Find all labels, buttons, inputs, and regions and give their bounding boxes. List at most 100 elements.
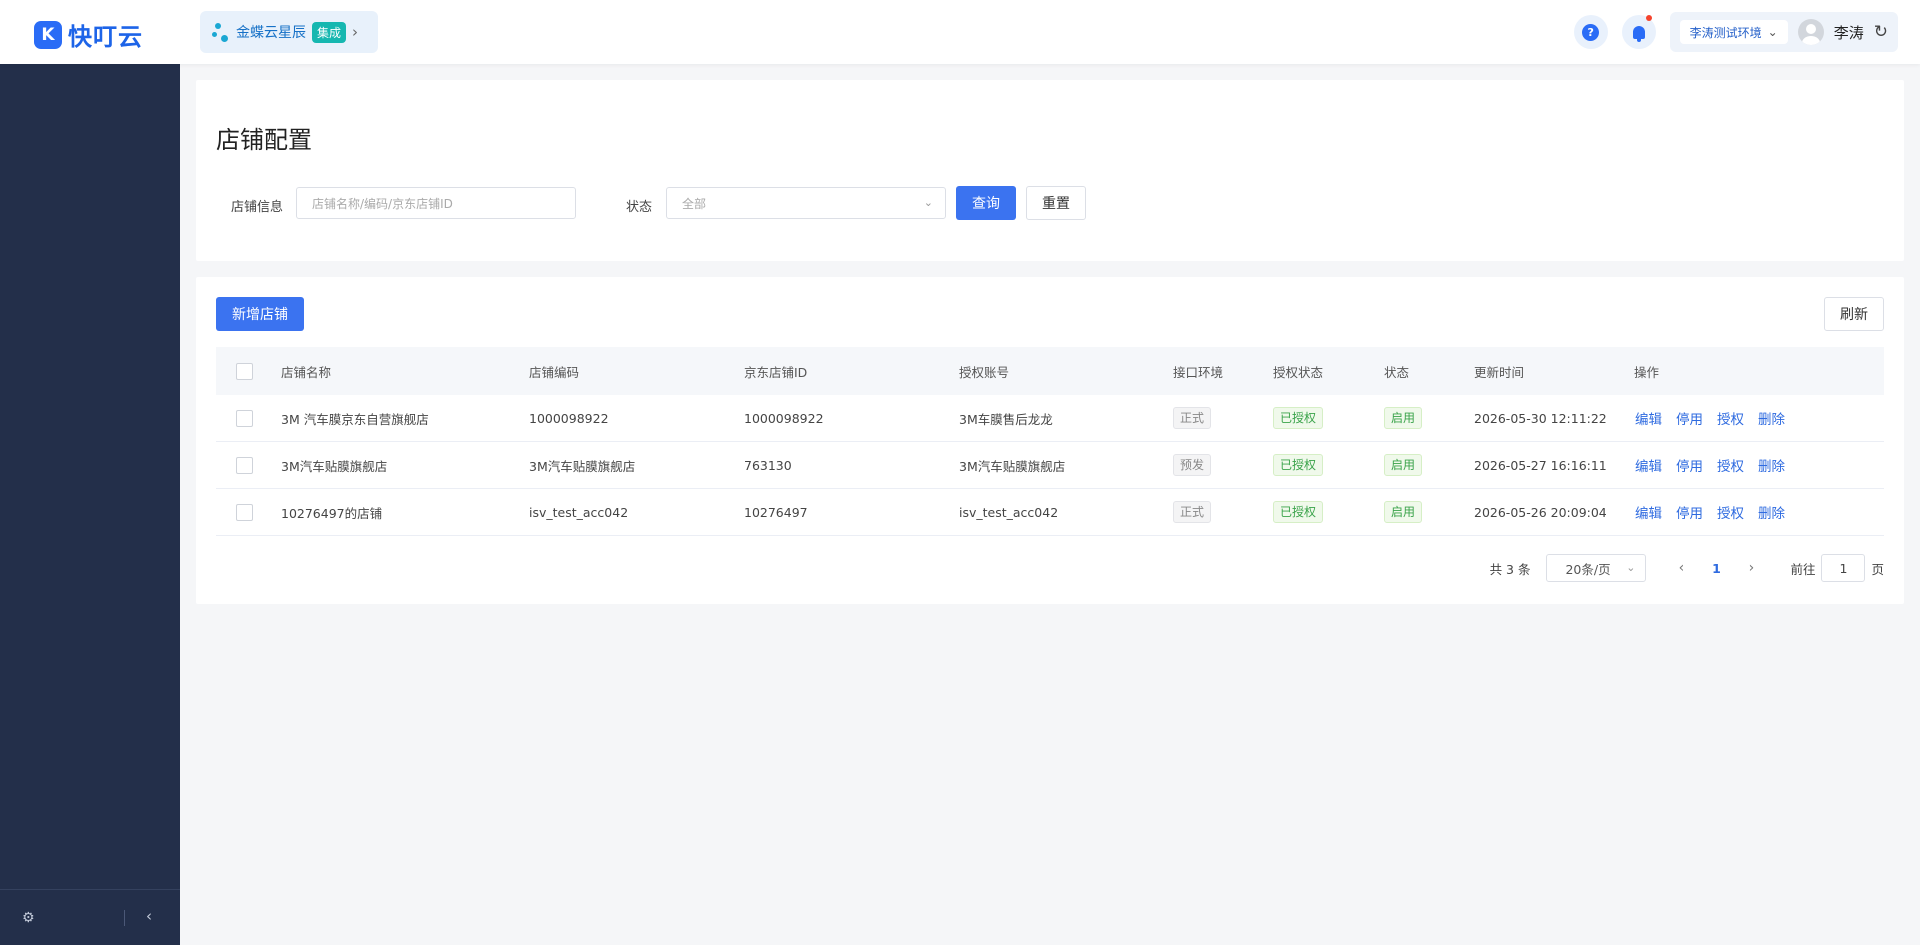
status-select[interactable]: 全部 ⌄ bbox=[666, 187, 946, 219]
reload-icon[interactable]: ↻ bbox=[1874, 22, 1888, 42]
shop-info-input[interactable]: 店铺名称/编码/京东店铺ID bbox=[296, 187, 576, 219]
environment-label: 李涛测试环境 bbox=[1689, 25, 1762, 40]
page-title: 店铺配置 bbox=[216, 126, 312, 154]
table-header: 店铺名称 店铺编码 京东店铺ID 授权账号 接口环境 授权状态 状态 更新时间 … bbox=[216, 347, 1884, 395]
bell-icon bbox=[1632, 25, 1645, 42]
env-tag: 预发 bbox=[1173, 454, 1212, 476]
page-number[interactable]: 1 bbox=[1696, 561, 1736, 576]
auth-account: 3M车膜售后龙龙 bbox=[959, 411, 1053, 427]
column-header: 接口环境 bbox=[1173, 364, 1224, 380]
filter-panel: 店铺配置 店铺信息 店铺名称/编码/京东店铺ID 状态 全部 ⌄ 查询 重置 bbox=[196, 80, 1904, 261]
status-value: 全部 bbox=[682, 196, 707, 211]
prev-page-icon[interactable]: ‹ bbox=[1666, 560, 1696, 576]
chevron-down-icon: ⌄ bbox=[1626, 561, 1636, 574]
column-header: 京东店铺ID bbox=[744, 364, 808, 380]
avatar[interactable] bbox=[1797, 19, 1824, 45]
authorize-link[interactable]: 授权 bbox=[1717, 502, 1744, 522]
jd-shop-id: 763130 bbox=[744, 457, 792, 473]
authorize-link[interactable]: 授权 bbox=[1717, 408, 1744, 428]
row-checkbox[interactable] bbox=[236, 456, 253, 474]
jd-shop-id: 10276497 bbox=[744, 504, 808, 520]
edit-link[interactable]: 编辑 bbox=[1635, 408, 1662, 428]
query-button[interactable]: 查询 bbox=[956, 186, 1016, 220]
edit-link[interactable]: 编辑 bbox=[1635, 455, 1662, 475]
column-header: 授权状态 bbox=[1273, 364, 1324, 380]
select-all-checkbox[interactable] bbox=[236, 362, 253, 380]
shop-code: isv_test_acc042 bbox=[529, 504, 629, 520]
header-actions: ? 李涛测试环境 ⌄ 李涛 ↻ bbox=[1573, 12, 1898, 52]
page-unit-label: 页 bbox=[1871, 561, 1884, 577]
status-tag: 启用 bbox=[1384, 501, 1423, 523]
goto-label: 前往 bbox=[1790, 561, 1816, 577]
disable-link[interactable]: 停用 bbox=[1676, 408, 1703, 428]
status-tag: 启用 bbox=[1384, 407, 1423, 429]
auth-status-tag: 已授权 bbox=[1273, 407, 1324, 429]
column-header: 更新时间 bbox=[1474, 364, 1525, 380]
row-actions: 编辑 停用 授权 删除 bbox=[1635, 489, 1799, 535]
status-tag: 启用 bbox=[1384, 454, 1423, 476]
delete-link[interactable]: 删除 bbox=[1758, 455, 1785, 475]
environment-select[interactable]: 李涛测试环境 ⌄ bbox=[1679, 20, 1788, 44]
table-row: 3M 汽车膜京东自营旗舰店 1000098922 1000098922 3M车膜… bbox=[216, 395, 1884, 442]
add-shop-button[interactable]: 新增店铺 bbox=[216, 297, 304, 331]
user-panel: 李涛测试环境 ⌄ 李涛 ↻ bbox=[1669, 12, 1898, 52]
shop-name: 3M汽车贴膜旗舰店 bbox=[281, 458, 388, 474]
footer-divider bbox=[124, 910, 125, 926]
notification-dot bbox=[1645, 15, 1652, 21]
product-name: 金蝶云星辰 bbox=[236, 25, 306, 41]
logo-mark-icon: K bbox=[34, 20, 62, 49]
help-icon: ? bbox=[1582, 23, 1600, 41]
disable-link[interactable]: 停用 bbox=[1676, 502, 1703, 522]
notification-button[interactable] bbox=[1621, 15, 1656, 49]
page-size-value: 20条/页 bbox=[1565, 561, 1611, 577]
shop-name: 10276497的店铺 bbox=[281, 505, 383, 521]
shop-table-panel: 新增店铺 刷新 店铺名称 店铺编码 京东店铺ID 授权账号 接口环境 授权状态 … bbox=[196, 277, 1904, 604]
total-count: 共 3 条 bbox=[1489, 561, 1531, 577]
product-dots-icon bbox=[212, 21, 230, 43]
status-label: 状态 bbox=[626, 200, 653, 215]
delete-link[interactable]: 删除 bbox=[1758, 408, 1785, 428]
app-logo[interactable]: K 快叮云 bbox=[34, 17, 143, 52]
shop-info-label: 店铺信息 bbox=[231, 200, 284, 215]
product-switcher[interactable]: 金蝶云星辰 集成 › bbox=[200, 11, 378, 53]
row-checkbox[interactable] bbox=[236, 409, 253, 427]
chevron-down-icon: ⌄ bbox=[923, 196, 933, 209]
auth-account: 3M汽车贴膜旗舰店 bbox=[959, 458, 1066, 474]
updated-time: 2026-05-26 20:09:04 bbox=[1474, 504, 1607, 520]
shop-info-placeholder: 店铺名称/编码/京东店铺ID bbox=[312, 196, 453, 211]
disable-link[interactable]: 停用 bbox=[1676, 455, 1703, 475]
sidebar-footer: ⚙ ‹ bbox=[0, 889, 180, 945]
jd-shop-id: 1000098922 bbox=[744, 410, 824, 426]
auth-account: isv_test_acc042 bbox=[959, 504, 1059, 520]
column-header: 操作 bbox=[1634, 364, 1660, 380]
edit-link[interactable]: 编辑 bbox=[1635, 502, 1662, 522]
next-page-icon[interactable]: › bbox=[1736, 560, 1766, 576]
reset-button[interactable]: 重置 bbox=[1026, 186, 1086, 220]
settings-icon[interactable]: ⚙ bbox=[22, 910, 35, 926]
updated-time: 2026-05-27 16:16:11 bbox=[1474, 457, 1607, 473]
env-tag: 正式 bbox=[1173, 407, 1212, 429]
help-button[interactable]: ? bbox=[1573, 15, 1608, 49]
refresh-button[interactable]: 刷新 bbox=[1824, 297, 1884, 331]
chevron-down-icon: ⌄ bbox=[1767, 25, 1778, 39]
env-tag: 正式 bbox=[1173, 501, 1212, 523]
row-checkbox[interactable] bbox=[236, 503, 253, 521]
pagination: 共 3 条 20条/页 ⌄ ‹ 1 › 前往 1 页 bbox=[1490, 554, 1884, 582]
shop-name: 3M 汽车膜京东自营旗舰店 bbox=[281, 411, 429, 427]
updated-time: 2026-05-30 12:11:22 bbox=[1474, 410, 1607, 426]
table-row: 3M汽车贴膜旗舰店 3M汽车贴膜旗舰店 763130 3M汽车贴膜旗舰店 预发 … bbox=[216, 442, 1884, 489]
column-header: 店铺编码 bbox=[529, 364, 580, 380]
shop-code: 3M汽车贴膜旗舰店 bbox=[529, 458, 636, 474]
column-header: 状态 bbox=[1384, 364, 1410, 380]
logo-text: 快叮云 bbox=[68, 23, 143, 51]
sidebar: ⚙ ‹ bbox=[0, 64, 180, 945]
page-size-select[interactable]: 20条/页 ⌄ bbox=[1546, 554, 1647, 582]
delete-link[interactable]: 删除 bbox=[1758, 502, 1785, 522]
shop-code: 1000098922 bbox=[529, 410, 609, 426]
row-actions: 编辑 停用 授权 删除 bbox=[1635, 442, 1799, 488]
goto-page-input[interactable]: 1 bbox=[1821, 554, 1866, 582]
row-actions: 编辑 停用 授权 删除 bbox=[1635, 395, 1799, 441]
table-row: 10276497的店铺 isv_test_acc042 10276497 isv… bbox=[216, 489, 1884, 536]
collapse-sidebar-icon[interactable]: ‹ bbox=[146, 907, 152, 925]
authorize-link[interactable]: 授权 bbox=[1717, 455, 1744, 475]
